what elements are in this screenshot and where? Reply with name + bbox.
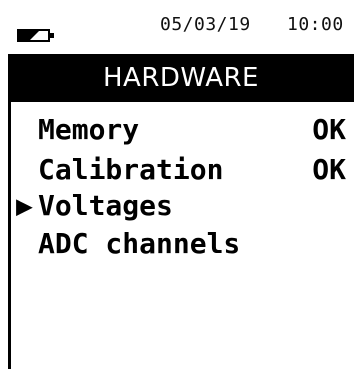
- selection-cursor-icon: ▶: [16, 189, 33, 222]
- status-time: 10:00: [287, 14, 344, 35]
- device-screen: 05/03/19 10:00 HARDWARE Memory OK Calibr…: [0, 0, 354, 369]
- screen-header: HARDWARE: [8, 54, 354, 102]
- status-date: 05/03/19: [160, 14, 251, 35]
- menu-item-status: OK: [312, 113, 346, 146]
- menu-item-label: ADC channels: [38, 227, 241, 260]
- menu-item-label: Calibration: [38, 153, 224, 186]
- menu-item-calibration[interactable]: Calibration OK: [0, 150, 354, 190]
- menu-item-adc-channels[interactable]: ADC channels: [0, 224, 354, 264]
- status-bar: 05/03/19 10:00: [0, 0, 354, 52]
- menu-item-label: Voltages: [38, 189, 173, 222]
- screen-title: HARDWARE: [103, 63, 259, 93]
- menu-item-memory[interactable]: Memory OK: [0, 110, 354, 150]
- menu-item-label: Memory: [38, 113, 140, 146]
- battery-low-icon: [17, 29, 54, 42]
- menu-item-voltages[interactable]: ▶ Voltages: [0, 186, 354, 226]
- menu-item-status: OK: [312, 153, 346, 186]
